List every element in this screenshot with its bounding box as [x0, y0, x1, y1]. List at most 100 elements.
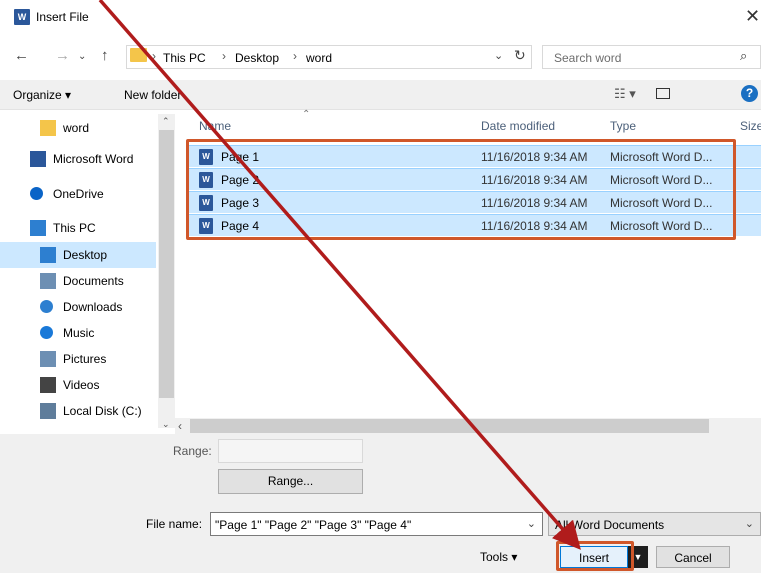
file-name-cell: Page 2 [221, 173, 260, 187]
sidebar-item-label: word [63, 121, 90, 135]
sidebar-item-label: Pictures [63, 352, 107, 366]
window-title: Insert File [36, 10, 89, 24]
column-header-size[interactable]: Size [740, 119, 761, 133]
close-icon[interactable]: ✕ [745, 6, 760, 27]
videos-icon [40, 377, 56, 393]
sidebar-item-microsoft-word[interactable]: Microsoft Word [0, 146, 156, 172]
file-type-cell: Microsoft Word D... [610, 196, 713, 210]
documents-icon [40, 273, 56, 289]
sidebar-item-label: Microsoft Word [53, 152, 134, 166]
sidebar-item-onedrive[interactable]: OneDrive [0, 181, 156, 207]
file-date-cell: 11/16/2018 9:34 AM [481, 150, 588, 164]
range-button[interactable]: Range... [218, 469, 363, 494]
command-bar [0, 80, 761, 110]
onedrive-icon [30, 187, 43, 200]
address-dropdown-icon[interactable]: ⌄ [494, 49, 503, 62]
file-type-select[interactable]: All Word Documents ⌄ [548, 512, 761, 536]
sidebar-item-pictures[interactable]: Pictures [0, 346, 156, 372]
breadcrumb-this-pc[interactable]: This PC [163, 51, 206, 65]
word-app-icon [30, 151, 46, 167]
file-row[interactable]: W Page 3 11/16/2018 9:34 AM Microsoft Word … [187, 191, 761, 213]
file-name-cell: Page 4 [221, 219, 260, 233]
word-document-icon: W [199, 195, 213, 211]
column-header-type[interactable]: Type [610, 119, 636, 133]
sidebar-item-label: Desktop [63, 248, 108, 262]
sidebar-item-label: OneDrive [53, 187, 104, 201]
title-bar [0, 0, 761, 36]
disk-icon [40, 403, 56, 419]
help-icon[interactable]: ? [741, 85, 758, 102]
file-name-cell: Page 3 [221, 196, 260, 210]
chevron-right-icon: › [152, 49, 156, 63]
music-icon [40, 326, 53, 339]
sidebar-item-label: Videos [63, 378, 100, 392]
breadcrumb-word[interactable]: word [306, 51, 332, 65]
folder-icon [40, 120, 56, 136]
insert-options-dropdown-icon[interactable]: ▼ [628, 546, 648, 568]
up-arrow-icon[interactable]: ↑ [101, 47, 109, 64]
recent-chevron-icon[interactable]: ⌄ [78, 51, 86, 62]
view-options-icon[interactable]: ☷ ▾ [614, 86, 636, 102]
sidebar-item-this-pc[interactable]: This PC [0, 215, 156, 241]
sidebar-item-word[interactable]: word [0, 115, 156, 141]
file-type-value: All Word Documents [555, 518, 665, 532]
search-icon[interactable]: ⌕ [740, 48, 747, 64]
range-input[interactable] [218, 439, 363, 463]
downloads-icon [40, 300, 53, 313]
word-app-icon: W [14, 9, 30, 25]
file-name-label: File name: [146, 517, 203, 531]
tools-button[interactable]: Tools ▾ [480, 550, 517, 564]
computer-icon [30, 220, 46, 236]
scroll-down-icon[interactable]: ⌄ [162, 419, 170, 430]
sidebar-item-music[interactable]: Music [0, 320, 156, 346]
file-row[interactable]: W Page 1 11/16/2018 9:34 AM Microsoft Word … [187, 145, 761, 167]
refresh-icon[interactable]: ↻ [514, 47, 526, 64]
pictures-icon [40, 351, 56, 367]
new-folder-button[interactable]: New folder [124, 88, 181, 102]
file-row[interactable]: W Page 4 11/16/2018 9:34 AM Microsoft Word … [187, 214, 761, 236]
file-date-cell: 11/16/2018 9:34 AM [481, 173, 588, 187]
file-name-dropdown-icon[interactable]: ⌄ [527, 517, 536, 530]
range-label: Range: [173, 444, 212, 458]
search-placeholder: Search word [554, 51, 622, 65]
preview-pane-icon[interactable] [656, 88, 670, 99]
sidebar-item-label: Documents [63, 274, 124, 288]
column-header-date[interactable]: Date modified [481, 119, 555, 133]
nav-scroll-thumb[interactable] [159, 130, 174, 398]
scroll-up-icon[interactable]: ⌃ [162, 116, 170, 127]
word-document-icon: W [199, 149, 213, 165]
file-row[interactable]: W Page 2 11/16/2018 9:34 AM Microsoft Word … [187, 168, 761, 190]
file-name-value: "Page 1" "Page 2" "Page 3" "Page 4" [215, 518, 412, 532]
word-document-icon: W [199, 218, 213, 234]
organize-button[interactable]: Organize ▾ [13, 88, 71, 102]
column-header-name[interactable]: Name [199, 119, 231, 133]
forward-arrow-icon[interactable]: → [55, 47, 70, 64]
chevron-right-icon: › [293, 49, 297, 63]
sidebar-item-downloads[interactable]: Downloads [0, 294, 156, 320]
insert-button[interactable]: Insert [560, 546, 628, 568]
file-name-cell: Page 1 [221, 150, 260, 164]
sidebar-item-label: Local Disk (C:) [63, 404, 142, 418]
file-date-cell: 11/16/2018 9:34 AM [481, 219, 588, 233]
file-type-cell: Microsoft Word D... [610, 219, 713, 233]
file-type-cell: Microsoft Word D... [610, 173, 713, 187]
sidebar-item-local-disk-c[interactable]: Local Disk (C:) [0, 398, 156, 424]
sort-ascending-icon: ⌃ [302, 109, 311, 120]
breadcrumb-desktop[interactable]: Desktop [235, 51, 279, 65]
sidebar-item-videos[interactable]: Videos [0, 372, 156, 398]
sidebar-item-documents[interactable]: Documents [0, 268, 156, 294]
file-name-input[interactable]: "Page 1" "Page 2" "Page 3" "Page 4" ⌄ [210, 512, 543, 536]
sidebar-item-label: Music [63, 326, 95, 340]
file-date-cell: 11/16/2018 9:34 AM [481, 196, 588, 210]
hscroll-thumb[interactable] [190, 419, 709, 433]
scroll-left-icon[interactable]: ‹ [178, 419, 182, 433]
word-document-icon: W [199, 172, 213, 188]
sidebar-item-desktop[interactable]: Desktop [0, 242, 156, 268]
sidebar-item-label: This PC [53, 221, 96, 235]
chevron-right-icon: › [222, 49, 226, 63]
sidebar-item-label: Downloads [63, 300, 123, 314]
file-type-dropdown-icon[interactable]: ⌄ [745, 517, 754, 530]
cancel-button[interactable]: Cancel [656, 546, 730, 568]
folder-icon [130, 48, 147, 62]
back-arrow-icon[interactable]: ← [14, 47, 29, 64]
